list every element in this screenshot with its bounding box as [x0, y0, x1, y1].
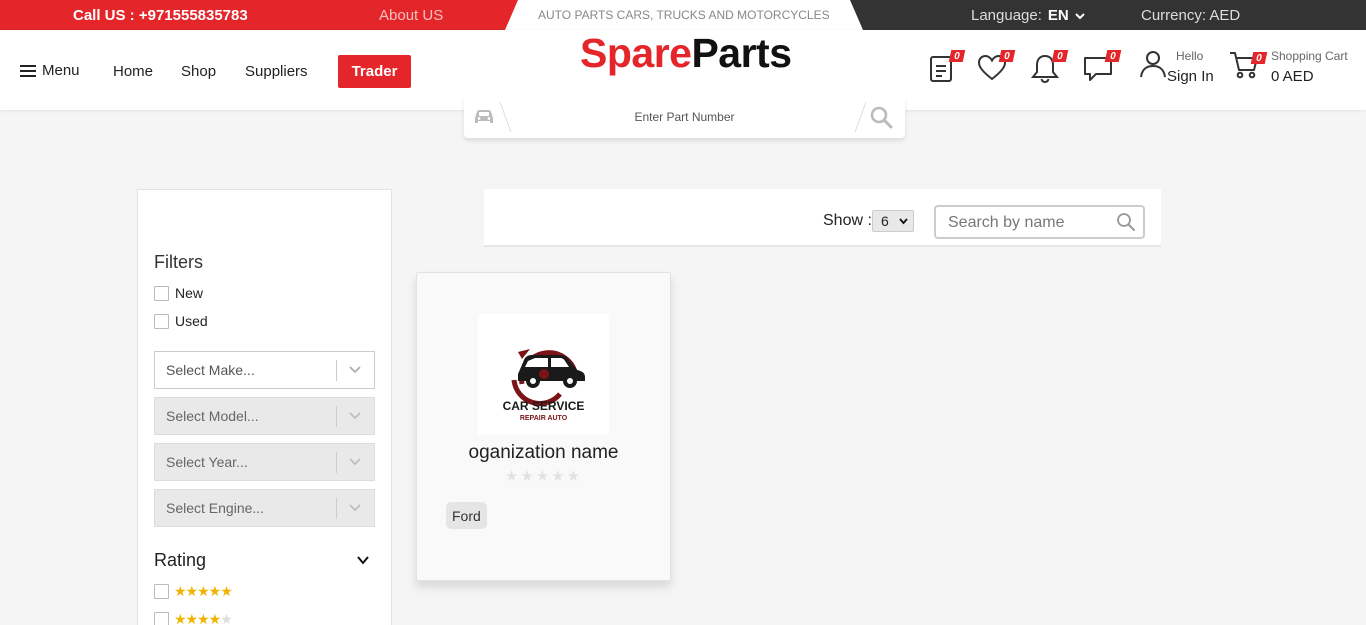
- sign-in-link[interactable]: Sign In: [1167, 68, 1214, 85]
- checkbox[interactable]: [154, 285, 169, 301]
- menu-label: Menu: [42, 62, 80, 79]
- search-by-name-placeholder: Search by name: [948, 214, 1065, 231]
- search-icon[interactable]: [869, 105, 893, 129]
- cart-label: Shopping Cart: [1271, 49, 1348, 63]
- nav-shop[interactable]: Shop: [181, 63, 216, 80]
- filter-used-checkbox[interactable]: Used: [154, 313, 208, 329]
- select-model-label: Select Model...: [166, 408, 259, 424]
- chevron-down-icon: [1075, 13, 1085, 20]
- select-divider: [336, 360, 337, 381]
- car-service-logo-icon: CAR SERVICE REPAIR AUTO: [503, 349, 585, 422]
- show-label: Show :: [823, 212, 872, 229]
- wishlist-button[interactable]: 0: [976, 50, 1016, 84]
- filters-title: Filters: [154, 252, 203, 272]
- search-by-name-input[interactable]: Search by name: [934, 205, 1145, 239]
- filter-new-label: New: [175, 285, 204, 301]
- select-divider: [336, 498, 337, 519]
- notifications-badge: 0: [1051, 50, 1069, 62]
- supplier-logo-image: CAR SERVICE REPAIR AUTO: [478, 314, 609, 435]
- filters-sidebar: Filters New Used Select Make... Select M…: [137, 189, 392, 625]
- call-us-link[interactable]: Call US : +971555835783: [73, 7, 248, 24]
- top-bar: Call US : +971555835783 About US AUTO PA…: [0, 0, 1366, 30]
- checkbox[interactable]: [154, 584, 169, 599]
- select-model[interactable]: Select Model...: [154, 397, 375, 435]
- part-number-search[interactable]: Enter Part Number: [464, 96, 905, 138]
- rating-4-checkbox[interactable]: ★★★★★: [154, 611, 233, 625]
- language-selector[interactable]: Language: EN: [971, 7, 1085, 24]
- nav-home[interactable]: Home: [113, 63, 153, 80]
- site-logo[interactable]: SpareParts: [580, 30, 792, 77]
- show-count-select[interactable]: 6: [872, 210, 914, 232]
- select-divider: [336, 406, 337, 427]
- language-value: EN: [1047, 7, 1069, 24]
- user-icon: [1140, 51, 1166, 78]
- chevron-down-icon: [899, 218, 908, 225]
- rating-5-checkbox[interactable]: ★★★★★: [154, 583, 233, 600]
- select-engine-label: Select Engine...: [166, 500, 265, 516]
- results-toolbar: Show : 6 Search by name: [484, 189, 1161, 247]
- supplier-rating-stars-icon: ★★★★★: [504, 468, 583, 485]
- shopping-cart[interactable]: 0 Shopping Cart 0 AED: [1228, 47, 1348, 86]
- filter-new-checkbox[interactable]: New: [154, 285, 203, 301]
- chevron-down-icon: [349, 504, 361, 512]
- about-us-link[interactable]: About US: [379, 7, 443, 24]
- chevron-down-icon: [349, 458, 361, 466]
- orders-badge: 0: [948, 50, 966, 62]
- select-make-label: Select Make...: [166, 362, 255, 378]
- nav-suppliers[interactable]: Suppliers: [245, 63, 308, 80]
- chevron-down-icon[interactable]: [356, 553, 370, 567]
- chevron-down-icon: [349, 412, 361, 420]
- rating-title: Rating: [154, 550, 207, 570]
- checkbox[interactable]: [154, 313, 169, 329]
- logo-text-repair-auto: REPAIR AUTO: [520, 415, 568, 422]
- five-stars-icon: ★★★★★: [174, 583, 233, 599]
- language-label: Language:: [971, 7, 1042, 24]
- sign-in-area[interactable]: Hello Sign In: [1138, 47, 1214, 85]
- currency-selector[interactable]: Currency: AED: [1141, 7, 1240, 24]
- messages-badge: 0: [1104, 50, 1122, 62]
- four-stars-icon: ★★★★★: [174, 611, 233, 625]
- logo-part-spare: Spare: [580, 30, 692, 76]
- organization-name[interactable]: oganization name: [417, 442, 670, 464]
- menu-button[interactable]: Menu: [20, 62, 80, 79]
- hamburger-icon: [20, 64, 36, 77]
- logo-text-car-service: CAR SERVICE: [503, 399, 585, 413]
- tagline: AUTO PARTS CARS, TRUCKS AND MOTORCYCLES: [538, 8, 830, 22]
- select-year-label: Select Year...: [166, 454, 248, 470]
- make-tag[interactable]: Ford: [446, 502, 487, 529]
- select-engine[interactable]: Select Engine...: [154, 489, 375, 527]
- hello-label: Hello: [1176, 49, 1204, 63]
- trader-button[interactable]: Trader: [338, 55, 411, 88]
- select-make[interactable]: Select Make...: [154, 351, 375, 389]
- orders-button[interactable]: 0: [926, 50, 966, 84]
- checkbox[interactable]: [154, 612, 169, 625]
- notifications-button[interactable]: 0: [1029, 50, 1069, 84]
- part-number-input[interactable]: Enter Part Number: [464, 110, 905, 124]
- show-count-value: 6: [881, 213, 889, 229]
- cart-badge: 0: [1250, 52, 1268, 64]
- select-year[interactable]: Select Year...: [154, 443, 375, 481]
- wishlist-badge: 0: [998, 50, 1016, 62]
- messages-button[interactable]: 0: [1082, 50, 1122, 84]
- cart-amount: 0 AED: [1271, 68, 1314, 85]
- filter-used-label: Used: [175, 313, 208, 329]
- chevron-down-icon: [349, 366, 361, 374]
- select-divider: [336, 452, 337, 473]
- supplier-card[interactable]: CAR SERVICE REPAIR AUTO oganization name…: [416, 272, 671, 581]
- search-icon[interactable]: [1116, 212, 1136, 232]
- logo-part-parts: Parts: [691, 30, 792, 76]
